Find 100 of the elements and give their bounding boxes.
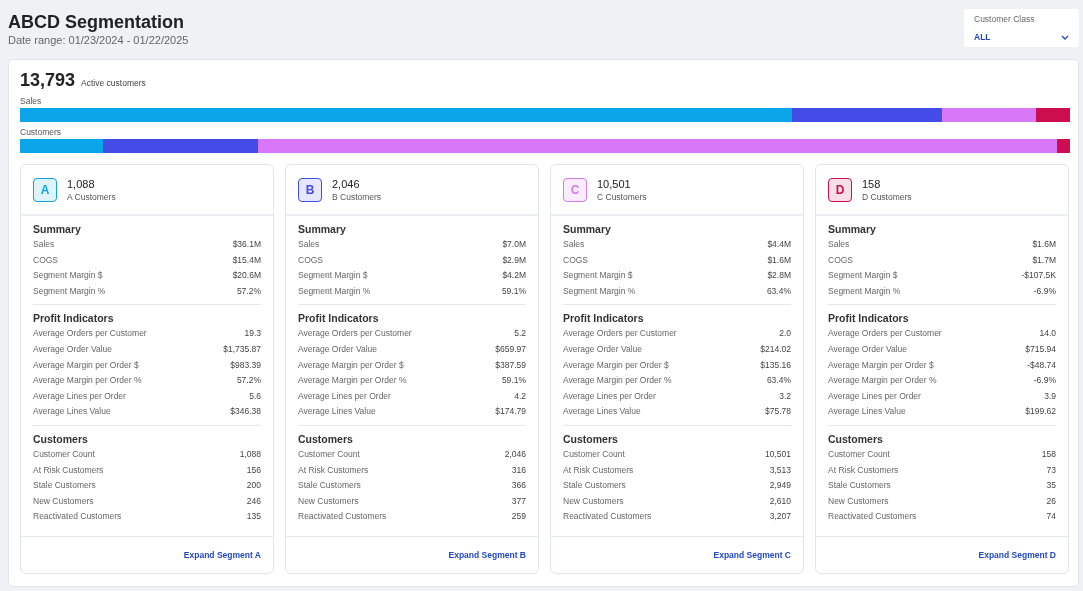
metric-value: $75.78 — [765, 405, 791, 419]
metric-value: 200 — [246, 479, 261, 493]
metric-value: $983.39 — [230, 358, 261, 372]
metric-value: 316 — [511, 463, 526, 477]
metric-label: At Risk Customers — [563, 463, 634, 477]
metric-value: 1,088 — [239, 447, 261, 461]
metric-label: Reactivated Customers — [33, 510, 122, 524]
metric-label: Stale Customers — [563, 479, 626, 493]
metric-label: Sales — [298, 238, 320, 251]
metric-label: Average Margin per Order $ — [33, 358, 139, 372]
section-title: Profit Indicators — [33, 312, 115, 325]
metric-label: Average Lines Value — [563, 405, 641, 419]
metric-label: Average Orders per Customer — [298, 327, 412, 341]
metric-label: New Customers — [828, 494, 889, 508]
metric-label: Reactivated Customers — [563, 510, 652, 524]
metric-label: COGS — [828, 253, 854, 267]
section-title: Customers — [33, 432, 89, 445]
page-title: ABCD Segmentation — [8, 12, 185, 33]
metric-value: 3.2 — [779, 389, 791, 403]
metric-value: $1.7M — [1032, 253, 1056, 267]
expand-segment-link[interactable]: Expand Segment A — [183, 550, 261, 560]
metric-value: $214.02 — [760, 342, 791, 356]
metric-value: 3.9 — [1044, 389, 1056, 403]
metric-value: $1.6M — [1032, 238, 1056, 251]
metric-value: 10,501 — [765, 447, 791, 461]
metric-label: Average Lines Value — [33, 405, 111, 419]
segment-badge: D — [828, 177, 852, 202]
metric-label: Average Orders per Customer — [563, 327, 677, 341]
metric-label: Average Orders per Customer — [33, 327, 147, 341]
metric-value: 19.3 — [244, 327, 261, 341]
metric-label: Average Margin per Order % — [33, 374, 142, 388]
section-title: Profit Indicators — [828, 312, 910, 325]
metric-label: Average Lines Value — [828, 405, 906, 419]
metric-value: $659.97 — [495, 342, 526, 356]
metric-label: Sales — [828, 238, 850, 251]
metric-value: 5.2 — [514, 327, 526, 341]
metric-label: Customer Count — [33, 447, 95, 461]
date-range: Date range: 01/23/2024 - 01/22/2025 — [8, 34, 189, 46]
metric-value: 26 — [1046, 494, 1056, 508]
metric-value: 59.1% — [501, 284, 526, 298]
metric-value: 57.2% — [236, 374, 261, 388]
metric-value: 74 — [1046, 510, 1056, 524]
bar-label: Customers — [20, 127, 63, 137]
metric-value: 158 — [1041, 447, 1056, 461]
customer-class-dropdown[interactable]: Customer Class ALL — [964, 9, 1079, 47]
metric-label: Stale Customers — [298, 479, 361, 493]
metric-label: Stale Customers — [828, 479, 891, 493]
metric-value: $174.79 — [495, 405, 526, 419]
metric-value: $715.94 — [1025, 342, 1056, 356]
expand-segment-link[interactable]: Expand Segment C — [713, 550, 791, 560]
section-title: Profit Indicators — [298, 312, 380, 325]
metric-label: Customer Count — [828, 447, 890, 461]
metric-label: Sales — [33, 238, 55, 251]
metric-label: COGS — [33, 253, 59, 267]
metric-label: Customer Count — [563, 447, 625, 461]
section-title: Summary — [33, 223, 82, 235]
metric-value: $2.8M — [767, 269, 791, 283]
segment-count: 2,046 — [332, 177, 361, 190]
metric-label: Average Margin per Order % — [563, 374, 672, 388]
metric-label: COGS — [563, 253, 589, 267]
metric-label: Average Order Value — [33, 342, 113, 356]
metric-label: Segment Margin % — [828, 284, 901, 298]
metric-label: New Customers — [563, 494, 624, 508]
metric-label: COGS — [298, 253, 324, 267]
expand-segment-link[interactable]: Expand Segment B — [448, 550, 526, 560]
active-customers-label: Active customers — [81, 78, 146, 88]
metric-value: 2,949 — [769, 479, 791, 493]
metric-value: 2.0 — [779, 327, 791, 341]
metric-label: New Customers — [33, 494, 94, 508]
metric-value: 5.6 — [249, 389, 261, 403]
metric-label: Customer Count — [298, 447, 360, 461]
metric-value: 366 — [511, 479, 526, 493]
metric-value: -6.9% — [1033, 284, 1056, 298]
section-title: Summary — [828, 223, 877, 235]
metric-value: 14.0 — [1039, 327, 1056, 341]
metric-label: Segment Margin % — [563, 284, 636, 298]
segment-label: B Customers — [332, 191, 382, 202]
metric-value: 35 — [1046, 479, 1056, 493]
metric-value: 4.2 — [514, 389, 526, 403]
metric-label: Average Margin per Order % — [828, 374, 937, 388]
metric-value: -6.9% — [1033, 374, 1056, 388]
active-customer-count: 13,793 — [20, 70, 76, 91]
metric-value: 63.4% — [766, 374, 791, 388]
metric-value: 73 — [1046, 463, 1056, 477]
metric-value: $7.0M — [502, 238, 526, 251]
metric-value: $199.62 — [1025, 405, 1056, 419]
metric-label: Average Lines per Order — [298, 389, 391, 403]
segment-count: 158 — [862, 177, 882, 190]
metric-value: 246 — [246, 494, 261, 508]
metric-label: Average Order Value — [828, 342, 908, 356]
metric-label: Average Order Value — [298, 342, 378, 356]
metric-value: 63.4% — [766, 284, 791, 298]
segment-label: A Customers — [67, 191, 116, 202]
metric-label: Segment Margin $ — [563, 269, 633, 283]
metric-value: $4.4M — [767, 238, 791, 251]
metric-value: $36.1M — [232, 238, 261, 251]
segment-badge: B — [298, 177, 322, 202]
expand-segment-link[interactable]: Expand Segment D — [978, 550, 1056, 560]
metric-label: Segment Margin $ — [33, 269, 103, 283]
metric-label: Reactivated Customers — [828, 510, 917, 524]
